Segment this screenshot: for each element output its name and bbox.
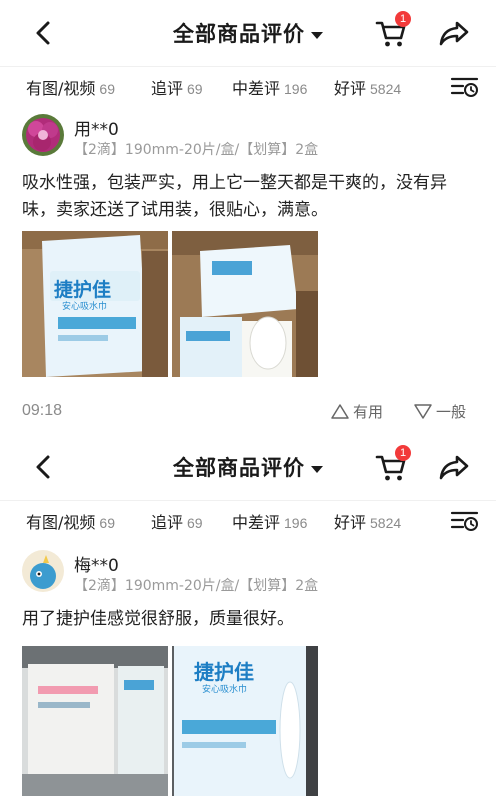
top-nav-bar: 全部商品评价 1 [0,434,496,500]
cartoon-avatar-icon [22,550,64,592]
review-content: 用了捷护佳感觉很舒服，质量很好。 [22,609,294,629]
tab-label: 有图/视频 [26,79,96,98]
tab-label: 好评 [334,513,367,532]
tab-label: 中差评 [232,513,281,532]
review-photo[interactable]: 捷护佳 安心吸水巾 [172,646,318,796]
cart-badge: 1 [395,11,411,27]
tab-negative[interactable]: 中差评 196 [232,509,307,533]
triangle-down-icon [414,404,432,419]
tab-count: 69 [99,81,115,97]
tab-count: 69 [187,515,203,531]
tab-follow-up[interactable]: 追评 69 [151,75,203,99]
review-photos: 捷护佳 安心吸水巾 [22,231,342,377]
share-icon[interactable] [438,452,470,482]
tab-count: 196 [284,515,308,531]
top-nav-bar: 全部商品评价 1 [0,0,496,66]
tab-follow-up[interactable]: 追评 69 [151,509,203,533]
product-spec: 【2滴】190mm-20片/盒/【划算】2盒 [74,578,319,594]
photo-brand-text: 捷护佳 [54,279,112,301]
tab-count: 69 [99,515,115,531]
flower-avatar-icon [22,114,64,156]
photo-brand-text: 捷护佳 [194,660,254,684]
product-spec: 【2滴】190mm-20片/盒/【划算】2盒 [74,142,319,158]
review-filter-tabs: 有图/视频 69 追评 69 中差评 196 好评 5824 [0,66,496,106]
review-screen-1: 全部商品评价 1 有图/视频69 追评69 中差评196 好评5824 [0,0,496,434]
page-title-text: 全部商品评价 [173,22,305,46]
back-arrow-icon[interactable] [28,16,58,50]
photo-brand-subtext: 安心吸水巾 [62,302,108,312]
tab-positive[interactable]: 好评 5824 [334,509,401,533]
tab-count: 5824 [370,515,402,531]
review-photos: 捷护佳 安心吸水巾 [22,646,342,796]
triangle-up-icon [331,404,349,419]
review-filter-tabs: 有图/视频 69 追评 69 中差评 196 好评 5824 [0,500,496,540]
page-title[interactable]: 全部商品评价 [173,452,323,482]
tab-label: 中差评 [232,79,281,98]
review-content: 吸水性强，包装严实，用上它一整天都是干爽的，没有异味，卖家还送了试用装，很贴心，… [22,173,447,220]
useful-button[interactable]: 有用 [330,401,383,422]
page-title[interactable]: 全部商品评价 [173,18,323,48]
product-pads-photo [172,231,318,377]
normal-button[interactable]: 一般 [413,401,466,422]
product-pads-closeup-photo [22,646,168,796]
tab-count: 5824 [370,81,402,97]
tab-label: 好评 [334,79,367,98]
sort-filter-icon[interactable] [450,75,480,99]
review-photo[interactable] [172,231,318,377]
share-icon[interactable] [438,18,470,48]
review-photo[interactable] [22,646,168,796]
tab-positive[interactable]: 好评 5824 [334,75,401,99]
reviewer-name: 梅**0 [74,556,119,576]
tab-with-media[interactable]: 有图/视频 69 [26,75,115,99]
normal-label: 一般 [436,403,467,421]
tab-negative[interactable]: 中差评 196 [232,75,307,99]
photo-brand-subtext: 安心吸水巾 [202,685,248,695]
review-time: 09:18 [22,402,63,419]
sort-filter-icon[interactable] [450,509,480,533]
page-title-text: 全部商品评价 [173,456,305,480]
avatar[interactable] [22,550,64,592]
useful-label: 有用 [353,403,384,421]
dropdown-caret-icon [311,465,323,473]
avatar[interactable] [22,114,64,156]
tab-label: 追评 [151,513,184,532]
tab-with-media[interactable]: 有图/视频 69 [26,509,115,533]
review-screen-2: 全部商品评价 1 有图/视频69 追评69 中差评196 好评5824 [0,434,496,811]
review-photo[interactable]: 捷护佳 安心吸水巾 [22,231,168,377]
back-arrow-icon[interactable] [28,450,58,484]
tab-label: 有图/视频 [26,513,96,532]
cart-badge: 1 [395,445,411,461]
tab-count: 69 [187,81,203,97]
dropdown-caret-icon [311,31,323,39]
tab-count: 196 [284,81,308,97]
tab-label: 追评 [151,79,184,98]
reviewer-name: 用**0 [74,120,119,140]
